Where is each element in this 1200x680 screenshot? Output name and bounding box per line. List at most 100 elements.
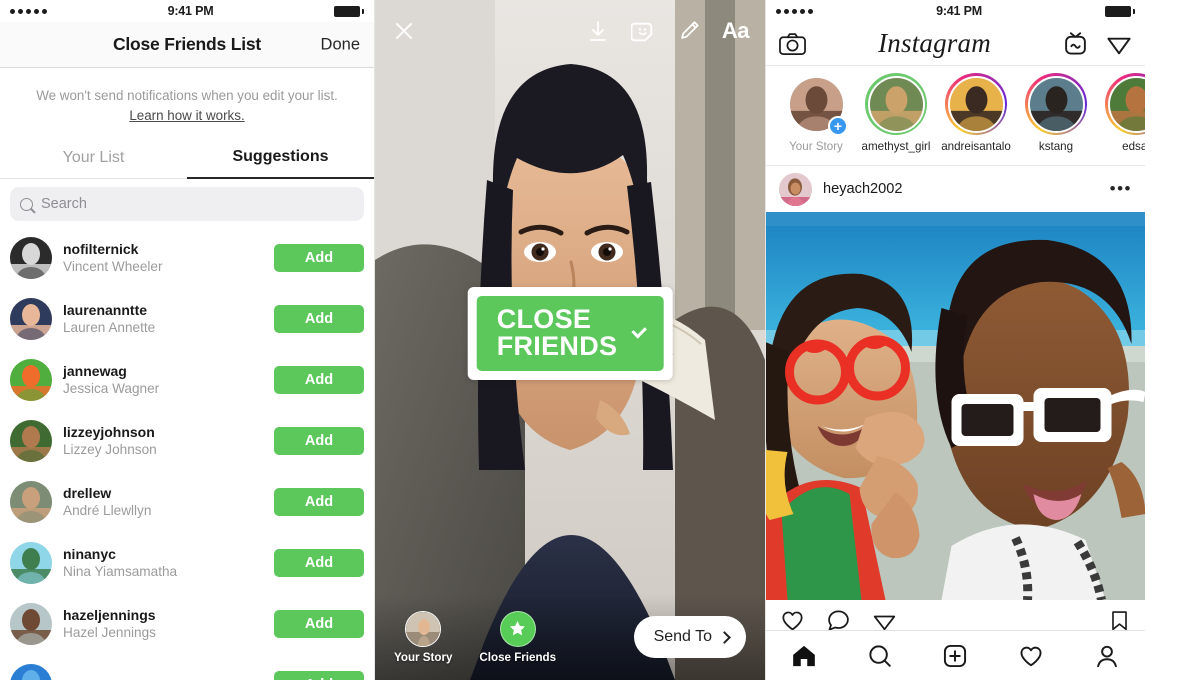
add-button[interactable]: Add xyxy=(274,365,364,394)
avatar xyxy=(10,541,52,584)
username: lizzeyjohnson xyxy=(63,423,155,440)
story-editor-screen: Aa CLOSE FRIENDS Your Story Close Friend… xyxy=(375,0,765,680)
home-icon[interactable] xyxy=(791,643,817,669)
igtv-icon[interactable] xyxy=(1063,31,1088,56)
post-username[interactable]: heyach2002 xyxy=(823,181,903,197)
full-name: Vincent Wheeler xyxy=(63,258,163,274)
add-story-icon[interactable] xyxy=(828,116,848,136)
status-bar: 9:41 PM xyxy=(766,0,1145,22)
profile-icon[interactable] xyxy=(1094,643,1120,669)
add-button[interactable]: Add xyxy=(274,487,364,516)
list-item[interactable]: nofilternick Vincent Wheeler Add xyxy=(0,227,374,288)
close-friends-sticker-label: CLOSE FRIENDS xyxy=(496,304,618,361)
download-icon[interactable] xyxy=(586,19,610,43)
list-item-text: nofilternick Vincent Wheeler xyxy=(63,240,263,277)
close-friends-sticker[interactable]: CLOSE FRIENDS xyxy=(467,287,673,380)
add-button[interactable]: Add xyxy=(274,304,364,333)
status-bar: 9:41 PM xyxy=(0,0,374,22)
avatar xyxy=(405,610,442,647)
list-item-text: hazeljennings Hazel Jennings xyxy=(63,606,263,643)
list-item-text: jannewag Jessica Wagner xyxy=(63,362,263,399)
story-ring xyxy=(1025,73,1087,135)
stories-tray[interactable]: Your Story amethyst_girl andreisantalo ksta… xyxy=(766,66,1145,166)
avatar xyxy=(10,602,52,645)
avatar xyxy=(867,75,925,133)
add-button[interactable]: Add xyxy=(274,548,364,577)
avatar xyxy=(10,236,52,279)
signal-dots xyxy=(10,8,47,14)
full-name: Jessica Wagner xyxy=(63,380,160,396)
post-header: heyach2002 ••• xyxy=(766,166,1145,212)
post-photo xyxy=(766,212,1145,600)
story-item[interactable]: andreisantalo xyxy=(936,73,1016,153)
full-name: André Llewllyn xyxy=(63,502,152,518)
search-container: Search xyxy=(0,179,374,227)
story-item[interactable]: edsal xyxy=(1096,73,1145,153)
list-item-text: lizzeyjohnson Lizzey Johnson xyxy=(63,423,263,460)
avatar xyxy=(1027,75,1085,133)
list-item[interactable]: ninanyc Nina Yiamsamatha Add xyxy=(0,532,374,593)
tab-your-list[interactable]: Your List xyxy=(0,137,187,180)
signal-dots xyxy=(776,8,813,14)
username: laurenanntte xyxy=(63,301,148,318)
full-name: Lauren Annette xyxy=(63,319,156,335)
username: ninanyc xyxy=(63,545,116,562)
avatar xyxy=(947,75,1005,133)
sticker-icon[interactable] xyxy=(630,19,656,44)
story-item[interactable]: kstang xyxy=(1016,73,1096,153)
more-options-icon[interactable]: ••• xyxy=(1110,180,1132,197)
add-post-icon[interactable] xyxy=(942,643,968,669)
add-button[interactable]: Add xyxy=(274,609,364,638)
send-to-button[interactable]: Send To xyxy=(633,616,746,658)
list-item[interactable]: lizzeyjohnson Lizzey Johnson Add xyxy=(0,410,374,471)
draw-icon[interactable] xyxy=(677,19,701,43)
avatar xyxy=(10,663,52,680)
chevron-down-icon xyxy=(631,322,647,338)
chevron-right-icon xyxy=(718,630,731,644)
bookmark-icon[interactable] xyxy=(1108,609,1131,632)
instagram-logo: Instagram xyxy=(878,28,991,58)
story-ring xyxy=(865,73,927,135)
story-item[interactable]: amethyst_girl xyxy=(856,73,936,153)
done-button[interactable]: Done xyxy=(321,35,360,54)
avatar[interactable] xyxy=(779,172,812,206)
search-icon xyxy=(20,197,33,211)
status-bar-time: 9:41 PM xyxy=(167,4,214,18)
activity-icon[interactable] xyxy=(1018,643,1044,669)
list-item[interactable]: jannewag Jessica Wagner Add xyxy=(0,349,374,410)
story-ring xyxy=(785,73,848,136)
list-item[interactable]: laurenrsebutte Add xyxy=(0,654,374,680)
avatar xyxy=(10,480,52,523)
bottom-tab-bar xyxy=(766,630,1145,680)
send-to-label: Send To xyxy=(653,628,712,645)
close-icon[interactable] xyxy=(391,18,417,44)
close-friends-list-screen: 9:41 PM Close Friends List Done We won't… xyxy=(0,0,375,680)
add-button[interactable]: Add xyxy=(274,426,364,455)
destination-close-friends[interactable]: Close Friends xyxy=(479,610,556,664)
text-icon[interactable]: Aa xyxy=(722,18,750,44)
page-title: Close Friends List xyxy=(112,34,262,54)
full-name: Hazel Jennings xyxy=(63,624,156,640)
list-item-text: ninanyc Nina Yiamsamatha xyxy=(63,545,263,582)
close-friends-star-icon xyxy=(499,610,536,647)
battery-icon xyxy=(1105,5,1135,17)
story-item[interactable]: Your Story xyxy=(776,73,856,153)
edit-notice: We won't send notifications when you edi… xyxy=(0,68,374,137)
direct-message-icon[interactable] xyxy=(1106,31,1132,57)
add-button[interactable]: Add xyxy=(274,243,364,272)
destination-label: Your Story xyxy=(394,650,453,664)
destination-your-story[interactable]: Your Story xyxy=(394,610,453,664)
tab-suggestions[interactable]: Suggestions xyxy=(187,137,374,180)
camera-icon[interactable] xyxy=(779,32,806,56)
list-item[interactable]: laurenanntte Lauren Annette Add xyxy=(0,288,374,349)
suggestions-list: nofilternick Vincent Wheeler Add laurenannt… xyxy=(0,227,374,680)
list-item[interactable]: drellew André Llewllyn Add xyxy=(0,471,374,532)
list-item[interactable]: hazeljennings Hazel Jennings Add xyxy=(0,593,374,654)
search-icon[interactable] xyxy=(867,643,893,669)
username: nofilternick xyxy=(63,240,139,257)
story-label: edsal xyxy=(1122,140,1145,153)
avatar xyxy=(10,419,52,462)
search-input[interactable]: Search xyxy=(10,187,364,222)
add-button[interactable]: Add xyxy=(274,670,364,680)
learn-how-it-works-link[interactable]: Learn how it works. xyxy=(129,108,244,123)
